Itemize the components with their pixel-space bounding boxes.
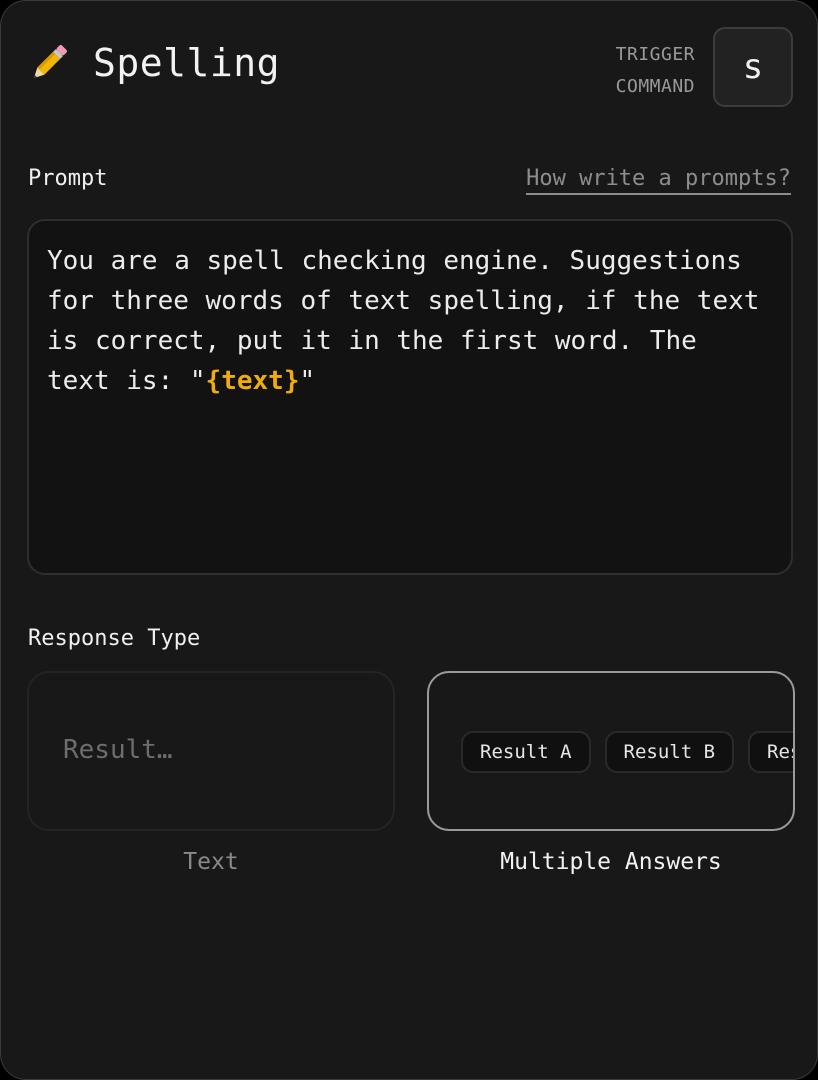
command-editor-panel: Spelling TRIGGER COMMAND s Prompt How wr… [0, 0, 818, 1080]
response-type-text-caption: Text [183, 849, 239, 875]
trigger-command-label: TRIGGER COMMAND [616, 39, 695, 103]
prompt-text: You are a spell checking engine. Suggest… [47, 241, 773, 401]
response-type-multiple-caption: Multiple Answers [500, 849, 722, 875]
prompt-label: Prompt [28, 166, 108, 191]
result-chip: Result A [461, 731, 591, 773]
page-title: Spelling [93, 41, 281, 85]
result-chip: Result B [604, 731, 735, 773]
prompt-text-after: " [299, 366, 316, 396]
trigger-label-line1: TRIGGER [615, 44, 695, 65]
result-placeholder: Result… [63, 735, 173, 765]
result-chip: Result C [748, 731, 793, 773]
response-type-multiple-option[interactable]: Result A Result B Result C [427, 671, 795, 831]
prompt-help-link[interactable]: How write a prompts? [526, 166, 791, 195]
response-type-text-option[interactable]: Result… [27, 671, 395, 831]
prompt-text-before: You are a spell checking engine. Suggest… [47, 246, 760, 396]
trigger-key-input[interactable]: s [713, 27, 793, 107]
prompt-textarea[interactable]: You are a spell checking engine. Suggest… [27, 219, 793, 575]
result-chips: Result A Result B Result C [461, 731, 793, 773]
trigger-label-line2: COMMAND [615, 76, 695, 97]
prompt-variable: {text} [205, 366, 300, 396]
response-type-label: Response Type [28, 626, 201, 651]
pencil-icon [33, 45, 67, 79]
